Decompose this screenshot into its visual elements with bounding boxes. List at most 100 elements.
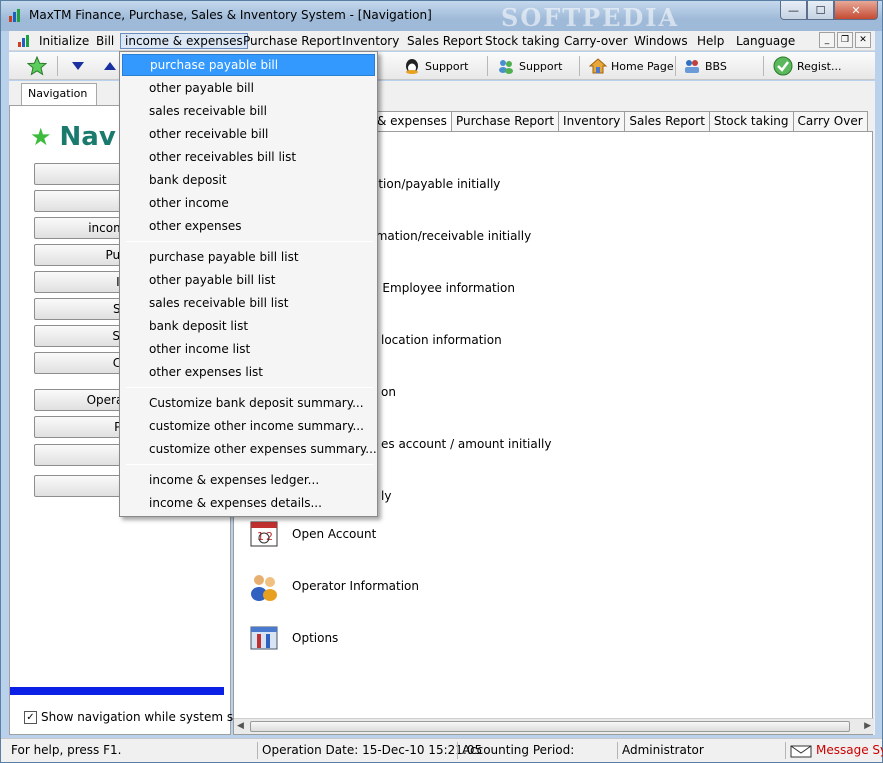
- menu-item-other-expenses[interactable]: other expenses: [122, 215, 375, 237]
- menu-item-other-income[interactable]: other income: [122, 192, 375, 214]
- operator-information-label: Operator Information: [292, 579, 419, 593]
- toolbar-up-button[interactable]: [103, 55, 117, 77]
- home-icon: [589, 58, 607, 74]
- menu-item-sales-receivable-bill-list[interactable]: sales receivable bill list: [122, 292, 375, 314]
- scroll-left-icon[interactable]: ◀: [237, 721, 244, 731]
- menu-sales-report[interactable]: Sales Report: [403, 33, 487, 49]
- list-item[interactable]: ly: [381, 489, 391, 503]
- toolbar-star-button[interactable]: [27, 55, 47, 77]
- options-item[interactable]: Options: [248, 621, 338, 655]
- income-expenses-dropdown-menu: purchase payable bill other payable bill…: [119, 51, 378, 517]
- envelope-icon: [790, 745, 812, 757]
- bbs-forum-icon: [685, 60, 699, 73]
- tab-carry-over[interactable]: Carry Over: [792, 111, 868, 131]
- menu-inventory[interactable]: Inventory: [338, 33, 403, 49]
- mdi-restore-button[interactable]: ❐: [837, 32, 853, 48]
- app-logo-icon: [9, 9, 20, 22]
- horizontal-scrollbar[interactable]: ◀ ▶: [234, 718, 874, 734]
- list-item[interactable]: d Employee information: [371, 281, 515, 295]
- register-button[interactable]: Regist...: [773, 55, 842, 77]
- support-qq-button[interactable]: Support: [403, 55, 468, 77]
- menu-separator: [126, 464, 373, 465]
- show-navigation-option[interactable]: ✓ Show navigation while system sta: [24, 710, 245, 724]
- menu-income-expenses[interactable]: income & expenses: [120, 33, 248, 49]
- show-navigation-label: Show navigation while system sta: [41, 710, 246, 724]
- list-item[interactable]: es account / amount initially: [381, 437, 551, 451]
- maximize-button[interactable]: ☐: [807, 1, 834, 20]
- msn-users-icon: [499, 60, 513, 74]
- list-item[interactable]: rmation/receivable initially: [371, 229, 531, 243]
- open-account-label: Open Account: [292, 527, 377, 541]
- qq-penguin-icon: [406, 59, 418, 74]
- menu-item-income-expenses-details[interactable]: income & expenses details...: [122, 492, 375, 514]
- window-title: MaxTM Finance, Purchase, Sales & Invento…: [29, 8, 432, 22]
- menu-item-purchase-payable-bill-list[interactable]: purchase payable bill list: [122, 246, 375, 268]
- home-page-label: Home Page: [611, 59, 674, 73]
- status-message[interactable]: Message Sy: [785, 742, 883, 759]
- mdi-close-button[interactable]: ✕: [855, 32, 871, 48]
- tab-purchase-report[interactable]: Purchase Report: [450, 111, 560, 131]
- menu-separator: [126, 241, 373, 242]
- menu-item-other-receivables-bill-list[interactable]: other receivables bill list: [122, 146, 375, 168]
- star-icon: ★: [30, 123, 52, 151]
- menu-item-income-expenses-ledger[interactable]: income & expenses ledger...: [122, 469, 375, 491]
- register-check-icon: [773, 56, 793, 76]
- tab-stock-taking[interactable]: Stock taking: [708, 111, 794, 131]
- bbs-label: BBS: [705, 59, 727, 73]
- navigation-heading-text: Nav: [59, 122, 116, 152]
- menu-item-bank-deposit[interactable]: bank deposit: [122, 169, 375, 191]
- options-tools-icon: [250, 626, 278, 650]
- menu-item-bank-deposit-list[interactable]: bank deposit list: [122, 315, 375, 337]
- menu-item-other-income-list[interactable]: other income list: [122, 338, 375, 360]
- menu-separator: [126, 387, 373, 388]
- menu-stock-taking[interactable]: Stock taking: [481, 33, 564, 49]
- star-icon: [27, 56, 47, 76]
- menu-help[interactable]: Help: [693, 33, 728, 49]
- arrow-down-icon: [72, 62, 84, 70]
- operator-information-item[interactable]: Operator Information: [248, 569, 419, 603]
- menu-windows[interactable]: Windows: [630, 33, 692, 49]
- app-menu-icon[interactable]: [17, 34, 31, 48]
- scrollbar-thumb[interactable]: [250, 721, 850, 732]
- menu-item-customize-bank-deposit-summary[interactable]: Customize bank deposit summary...: [122, 392, 375, 414]
- tab-income-expenses[interactable]: & expenses: [372, 111, 452, 131]
- status-help: For help, press F1.: [11, 743, 122, 757]
- menu-item-other-expenses-list[interactable]: other expenses list: [122, 361, 375, 383]
- menu-item-other-payable-bill-list[interactable]: other payable bill list: [122, 269, 375, 291]
- menu-item-other-receivable-bill[interactable]: other receivable bill: [122, 123, 375, 145]
- menu-item-customize-other-income-summary[interactable]: customize other income summary...: [122, 415, 375, 437]
- options-label: Options: [292, 631, 339, 645]
- menu-carry-over[interactable]: Carry-over: [560, 33, 632, 49]
- mdi-minimize-button[interactable]: _: [819, 32, 835, 48]
- category-tabs: & expenses Purchase Report Inventory Sal…: [372, 111, 868, 131]
- menu-bill[interactable]: Bill: [92, 33, 118, 49]
- app-window: MaxTM Finance, Purchase, Sales & Invento…: [0, 0, 883, 763]
- scroll-right-icon[interactable]: ▶: [864, 721, 871, 731]
- support-msn-button[interactable]: Support: [497, 55, 562, 77]
- menu-item-purchase-payable-bill[interactable]: purchase payable bill: [122, 54, 375, 76]
- tab-navigation[interactable]: Navigation: [21, 83, 97, 105]
- list-item[interactable]: on: [381, 385, 396, 399]
- close-button[interactable]: ✕: [834, 1, 878, 20]
- minimize-button[interactable]: —: [780, 1, 807, 20]
- tab-inventory[interactable]: Inventory: [558, 111, 626, 131]
- tab-sales-report[interactable]: Sales Report: [624, 111, 710, 131]
- list-item[interactable]: ation/payable initially: [371, 177, 500, 191]
- menu-item-sales-receivable-bill[interactable]: sales receivable bill: [122, 100, 375, 122]
- open-account-item[interactable]: 1 2 Open Account: [248, 517, 376, 551]
- menu-item-other-payable-bill[interactable]: other payable bill: [122, 77, 375, 99]
- menu-initialize[interactable]: Initialize: [35, 33, 93, 49]
- title-bar[interactable]: MaxTM Finance, Purchase, Sales & Invento…: [1, 1, 882, 32]
- operators-icon: [251, 575, 277, 601]
- home-page-button[interactable]: Home Page: [589, 55, 674, 77]
- menu-item-customize-other-expenses-summary[interactable]: customize other expenses summary...: [122, 438, 377, 460]
- menu-language[interactable]: Language: [732, 33, 799, 49]
- toolbar-down-button[interactable]: [71, 55, 85, 77]
- progress-bar: [10, 687, 224, 695]
- list-item[interactable]: location information: [381, 333, 502, 347]
- show-navigation-checkbox[interactable]: ✓: [24, 710, 37, 724]
- status-accounting-period: Accounting Period:: [457, 742, 574, 759]
- support-label: Support: [425, 59, 469, 73]
- bbs-button[interactable]: BBS: [683, 55, 727, 77]
- menu-purchase-report[interactable]: Purchase Report: [239, 33, 345, 49]
